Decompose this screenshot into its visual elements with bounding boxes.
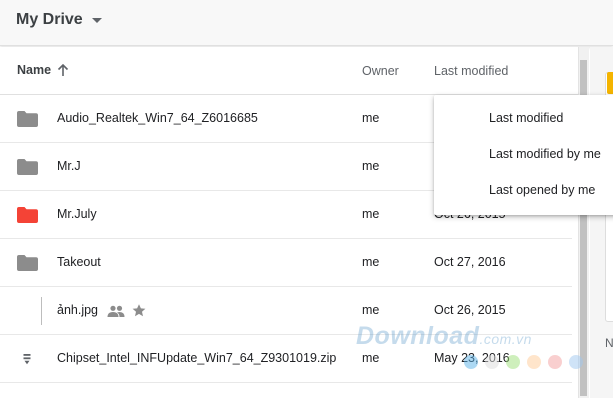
details-label: N <box>605 336 613 350</box>
file-owner: me <box>362 111 380 125</box>
watermark-dots <box>464 355 590 369</box>
image-icon <box>41 297 42 325</box>
folder-icon <box>17 207 38 223</box>
column-owner[interactable]: Owner <box>362 64 399 78</box>
page-title: My Drive <box>16 11 83 28</box>
file-owner: me <box>362 207 380 221</box>
file-name: Takeout <box>57 255 101 269</box>
caret-down-icon <box>91 17 102 23</box>
file-owner: me <box>362 159 380 173</box>
file-owner: me <box>362 255 380 269</box>
folder-icon <box>17 255 38 271</box>
download-watermark: Download.com.vn <box>356 322 532 351</box>
people-icon <box>107 305 125 317</box>
watermark-text: Download <box>356 322 480 350</box>
menu-item-last-modified[interactable]: Last modified <box>434 100 613 136</box>
column-name-label: Name <box>17 63 52 77</box>
details-accent <box>607 72 613 94</box>
column-last-modified[interactable]: Last modified <box>434 64 508 78</box>
watermark-dot <box>485 355 499 369</box>
file-modified: Oct 27, 2016 <box>434 255 506 269</box>
watermark-suffix: .com.vn <box>479 331 532 347</box>
folder-icon <box>17 111 38 127</box>
file-list-header: Name Owner Last modified <box>0 47 578 95</box>
arrow-up-icon <box>57 63 69 76</box>
file-name: Chipset_Intel_INFUpdate_Win7_64_Z9301019… <box>57 351 337 365</box>
star-icon[interactable] <box>132 304 146 317</box>
folder-icon <box>17 159 38 175</box>
menu-item-last-modified-by-me[interactable]: Last modified by me <box>434 136 613 172</box>
drive-header: My Drive <box>0 0 613 46</box>
file-name: Mr.J <box>57 159 81 173</box>
watermark-dot <box>527 355 541 369</box>
watermark-dot <box>548 355 562 369</box>
column-name-sort[interactable]: Name <box>17 63 69 77</box>
file-modified: Oct 26, 2015 <box>434 303 506 317</box>
zip-icon <box>23 354 31 365</box>
file-owner: me <box>362 303 380 317</box>
watermark-dot <box>464 355 478 369</box>
file-owner: me <box>362 351 380 365</box>
file-name: Mr.July <box>57 207 97 221</box>
sort-menu: Last modified Last modified by me Last o… <box>434 95 613 215</box>
watermark-dot <box>506 355 520 369</box>
file-name: Audio_Realtek_Win7_64_Z6016685 <box>57 111 258 125</box>
file-meta <box>107 304 146 317</box>
file-row[interactable]: Takeout me Oct 27, 2016 <box>0 239 572 287</box>
file-name: ảnh.jpg <box>57 303 99 317</box>
my-drive-dropdown[interactable]: My Drive <box>16 9 102 31</box>
watermark-dot <box>569 355 583 369</box>
menu-item-last-opened-by-me[interactable]: Last opened by me <box>434 172 613 208</box>
